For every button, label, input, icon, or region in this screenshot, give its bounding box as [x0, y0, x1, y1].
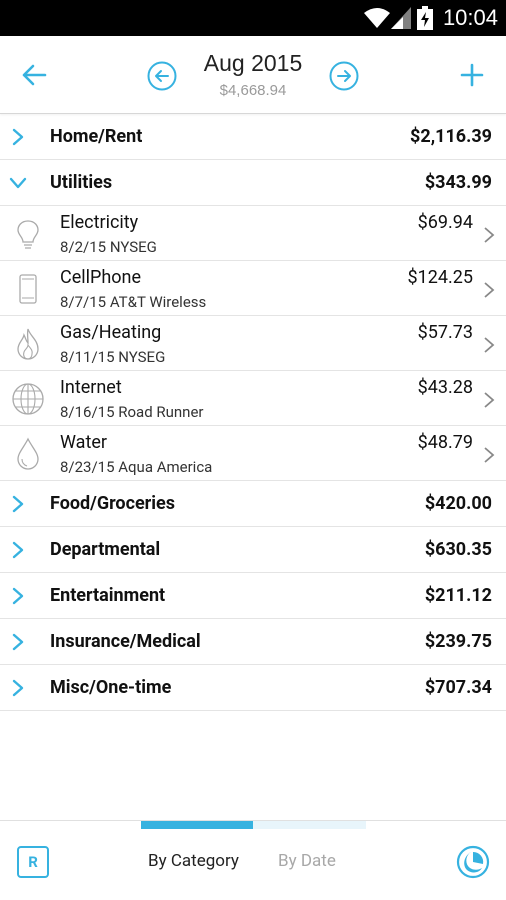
expense-detail: 8/7/15 AT&T Wireless [60, 293, 207, 311]
expense-item-cellphone[interactable]: CellPhone 8/7/15 AT&T Wireless $124.25 [0, 261, 506, 316]
globe-icon [12, 383, 44, 415]
category-amount: $2,116.39 [410, 126, 492, 147]
category-amount: $630.35 [424, 539, 492, 560]
category-name: Entertainment [50, 585, 166, 606]
category-name: Misc/One-time [50, 677, 172, 698]
category-list: Home/Rent $2,116.39 Utilities $343.99 El… [0, 114, 506, 711]
expense-amount: $69.94 [417, 212, 473, 233]
plus-icon [460, 63, 484, 87]
previous-month-button[interactable] [146, 60, 178, 92]
category-amount: $343.99 [424, 172, 492, 193]
expense-item-internet[interactable]: Internet 8/16/15 Road Runner $43.28 [0, 371, 506, 426]
expense-item-electricity[interactable]: Electricity 8/2/15 NYSEG $69.94 [0, 206, 506, 261]
tab-by-category[interactable]: By Category [148, 851, 239, 871]
chevron-right-icon [484, 392, 495, 408]
chevron-right-icon [484, 337, 495, 353]
expense-detail: 8/16/15 Road Runner [60, 403, 204, 421]
expense-item-water[interactable]: Water 8/23/15 Aqua America $48.79 [0, 426, 506, 481]
expense-name: CellPhone [60, 267, 142, 288]
month-total: $4,668.94 [219, 82, 287, 99]
chevron-right-icon [484, 282, 495, 298]
chevron-right-icon [12, 587, 24, 605]
back-button[interactable] [14, 58, 54, 92]
chevron-right-icon [484, 227, 495, 243]
expense-detail: 8/2/15 NYSEG [60, 238, 157, 256]
month-title: Aug 2015 [203, 50, 303, 76]
r-button[interactable]: R [17, 846, 49, 878]
chevron-right-icon [12, 633, 24, 651]
category-row-entertainment[interactable]: Entertainment $211.12 [0, 573, 506, 619]
expense-item-gas-heating[interactable]: Gas/Heating 8/11/15 NYSEG $57.73 [0, 316, 506, 371]
wifi-icon [364, 7, 390, 33]
expense-amount: $48.79 [417, 432, 473, 453]
app-header: Aug 2015 $4,668.94 [0, 36, 506, 114]
expense-detail: 8/23/15 Aqua America [60, 458, 213, 476]
category-row-food-groceries[interactable]: Food/Groceries $420.00 [0, 481, 506, 527]
chevron-right-icon [484, 447, 495, 463]
chevron-right-icon [12, 541, 24, 559]
tab-by-date[interactable]: By Date [278, 851, 336, 871]
flame-icon [17, 328, 39, 360]
category-name: Home/Rent [50, 126, 143, 147]
category-name: Utilities [50, 172, 113, 193]
category-amount: $239.75 [424, 631, 492, 652]
phone-icon [19, 274, 37, 304]
category-row-misc-one-time[interactable]: Misc/One-time $707.34 [0, 665, 506, 711]
circle-arrow-right-icon [329, 61, 359, 91]
tab-indicator [141, 821, 366, 829]
expense-amount: $124.25 [407, 267, 473, 288]
battery-icon [417, 6, 433, 34]
bottom-bar: R By Category By Date [0, 820, 506, 900]
category-name: Food/Groceries [50, 493, 175, 514]
category-row-home-rent[interactable]: Home/Rent $2,116.39 [0, 114, 506, 160]
chevron-right-icon [12, 128, 24, 146]
arrow-left-icon [22, 64, 47, 86]
chevron-down-icon [9, 177, 27, 189]
circle-arrow-left-icon [147, 61, 177, 91]
category-amount: $211.12 [424, 585, 492, 606]
active-tab-indicator [141, 821, 253, 829]
category-name: Departmental [50, 539, 161, 560]
moon-icon[interactable] [456, 845, 490, 879]
category-row-insurance-medical[interactable]: Insurance/Medical $239.75 [0, 619, 506, 665]
category-amount: $420.00 [424, 493, 492, 514]
expense-name: Gas/Heating [60, 322, 162, 343]
chevron-right-icon [12, 679, 24, 697]
expense-name: Internet [60, 377, 122, 398]
expense-name: Water [60, 432, 108, 453]
expense-detail: 8/11/15 NYSEG [60, 348, 166, 366]
category-name: Insurance/Medical [50, 631, 201, 652]
add-button[interactable] [452, 58, 492, 92]
category-row-utilities[interactable]: Utilities $343.99 [0, 160, 506, 206]
expense-amount: $57.73 [417, 322, 473, 343]
status-bar: 10:04 [0, 0, 506, 36]
signal-icon [391, 7, 411, 33]
clock: 10:04 [442, 5, 498, 30]
lightbulb-icon [17, 220, 39, 249]
chevron-right-icon [12, 495, 24, 513]
expense-amount: $43.28 [417, 377, 473, 398]
next-month-button[interactable] [328, 60, 360, 92]
category-amount: $707.34 [424, 677, 492, 698]
expense-name: Electricity [60, 212, 139, 233]
category-row-departmental[interactable]: Departmental $630.35 [0, 527, 506, 573]
water-drop-icon [17, 437, 39, 470]
